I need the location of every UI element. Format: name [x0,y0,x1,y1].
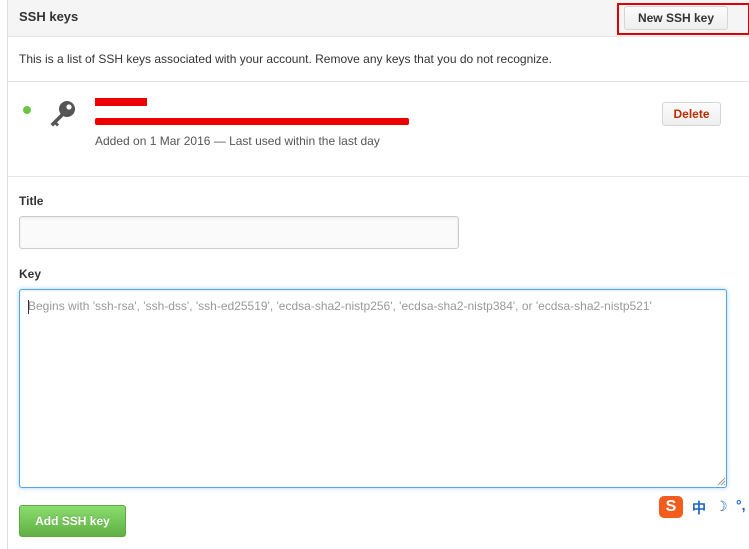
text-caret [28,300,29,314]
add-ssh-key-button[interactable]: Add SSH key [19,505,126,537]
delete-key-button[interactable]: Delete [662,102,721,126]
page-title: SSH keys [19,9,79,24]
intro-text: This is a list of SSH keys associated wi… [19,52,552,66]
ime-toolbar: S 中 ☽ °, [657,494,749,520]
key-icon [50,101,75,127]
key-added-info: Added on 1 Mar 2016 — Last used within t… [95,134,380,148]
ssh-keys-panel: SSH keys New SSH key This is a list of S… [7,0,749,549]
intro-section: This is a list of SSH keys associated wi… [8,37,749,82]
ime-punctuation-toggle[interactable]: °, [736,497,746,513]
panel-header: SSH keys New SSH key [8,0,749,37]
title-input[interactable] [19,216,459,249]
title-label: Title [19,194,44,208]
key-textarea[interactable] [19,289,727,488]
key-status-dot [23,106,31,114]
new-ssh-key-button[interactable]: New SSH key [624,6,728,30]
redacted-key-fingerprint [95,118,409,125]
redacted-key-title [95,98,147,106]
resize-grip-icon[interactable] [717,477,726,486]
ime-logo-icon[interactable]: S [659,496,683,518]
ime-language-toggle[interactable]: 中 [692,498,706,518]
ssh-key-item: Added on 1 Mar 2016 — Last used within t… [8,82,749,177]
key-label: Key [19,267,42,281]
moon-icon[interactable]: ☽ [715,498,728,515]
